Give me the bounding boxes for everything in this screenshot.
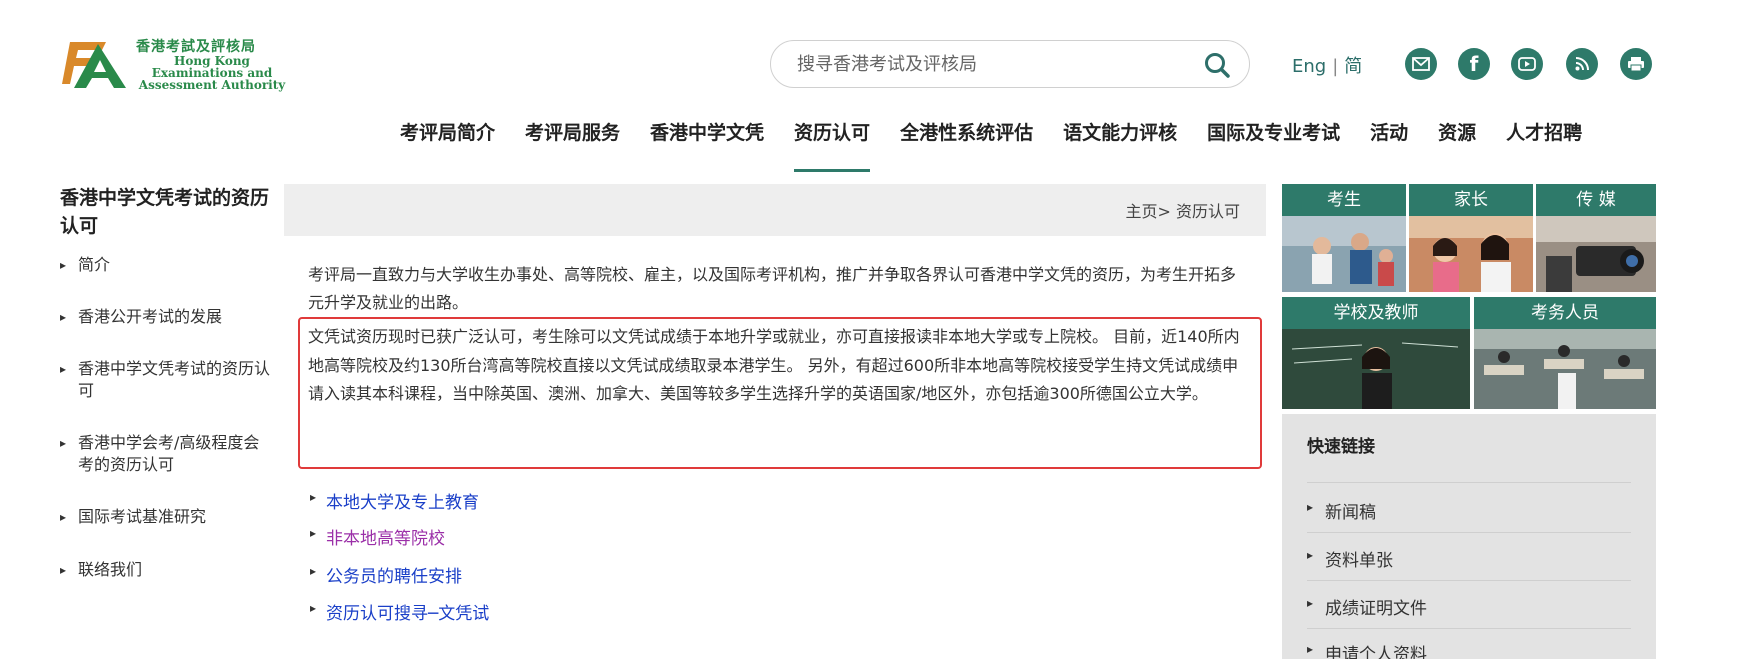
link-non-local-institutions[interactable]: 非本地高等院校 — [310, 524, 445, 549]
nav-item-careers[interactable]: 人才招聘 — [1506, 118, 1582, 158]
facebook-icon[interactable]: f — [1458, 48, 1490, 80]
nav-item-resources[interactable]: 资源 — [1438, 118, 1476, 158]
parents-photo — [1409, 216, 1533, 292]
link-local-universities[interactable]: 本地大学及专上教育 — [310, 488, 479, 513]
quick-links-panel: 快速链接 新闻稿 资料单张 成绩证明文件 申请个人资料 — [1282, 414, 1656, 659]
breadcrumb[interactable]: 主页> 资历认可 — [1126, 198, 1241, 222]
lang-separator: | — [1332, 56, 1339, 77]
logo-en-line: Assessment Authority — [138, 78, 286, 92]
quick-link-leaflets[interactable]: 资料单张 — [1307, 546, 1393, 571]
divider — [1307, 482, 1631, 483]
tile-candidates[interactable]: 考生 — [1282, 184, 1406, 292]
tile-label: 学校及教师 — [1282, 297, 1470, 329]
sidebar-item-intro[interactable]: 简介 — [60, 254, 270, 276]
tile-label: 家长 — [1409, 184, 1533, 216]
search-icon[interactable] — [1203, 51, 1231, 79]
sidebar-item-hkcee-hkale[interactable]: 香港中学会考/高级程度会考的资历认可 — [60, 432, 270, 476]
nav-item-intl-exams[interactable]: 国际及专业考试 — [1207, 118, 1340, 158]
sidebar-item-history[interactable]: 香港公开考试的发展 — [60, 306, 270, 328]
tile-label: 考生 — [1282, 184, 1406, 216]
exam-personnel-photo — [1474, 329, 1656, 409]
nav-item-tsa[interactable]: 全港性系统评估 — [900, 118, 1033, 158]
lang-english-link[interactable]: Eng — [1292, 56, 1326, 77]
nav-item-events[interactable]: 活动 — [1370, 118, 1408, 158]
media-photo — [1536, 216, 1656, 292]
sidebar-title: 香港中学文凭考试的资历认可 — [60, 187, 270, 237]
schools-teachers-photo — [1282, 329, 1470, 409]
tile-label: 考务人员 — [1474, 297, 1656, 329]
nav-item-hkdse[interactable]: 香港中学文凭 — [650, 118, 764, 158]
sidebar-item-contact[interactable]: 联络我们 — [60, 559, 270, 581]
language-switcher: Eng | 简 — [1292, 52, 1362, 78]
print-icon[interactable] — [1620, 48, 1652, 80]
tile-media[interactable]: 传 媒 — [1536, 184, 1656, 292]
hkeaa-logo[interactable]: 香港考試及評核局 Hong Kong Examinations and Asse… — [60, 34, 300, 94]
sidebar-item-hkdse-recognition[interactable]: 香港中学文凭考试的资历认可 — [60, 358, 270, 402]
logo-chinese-name: 香港考試及評核局 — [136, 39, 256, 55]
hkeaa-logo-mark — [62, 42, 126, 88]
link-civil-service[interactable]: 公务员的聘任安排 — [310, 562, 462, 587]
youtube-icon[interactable] — [1511, 48, 1543, 80]
logo-english-name: Hong Kong Examinations and Assessment Au… — [136, 55, 288, 91]
nav-item-recognition[interactable]: 资历认可 — [794, 118, 871, 172]
highlight-paragraph: 文凭试资历现时已获广泛认可，考生除可以文凭试成绩于本地升学或就业，亦可直接报读非… — [308, 327, 1240, 403]
mail-icon[interactable] — [1405, 48, 1437, 80]
site-search — [770, 40, 1250, 88]
tile-exam-personnel[interactable]: 考务人员 — [1474, 297, 1656, 409]
candidates-photo — [1282, 216, 1406, 292]
quick-link-press-releases[interactable]: 新闻稿 — [1307, 498, 1376, 523]
quick-link-personal-data[interactable]: 申请个人资料 — [1307, 640, 1427, 659]
link-recognition-search[interactable]: 资历认可搜寻─文凭试 — [310, 599, 489, 624]
tile-parents[interactable]: 家长 — [1409, 184, 1533, 292]
tile-schools-teachers[interactable]: 学校及教师 — [1282, 297, 1470, 409]
breadcrumb-bar: 主页> 资历认可 — [284, 184, 1266, 236]
main-navigation: 考评局简介 考评局服务 香港中学文凭 资历认可 全港性系统评估 语文能力评核 国… — [400, 118, 1582, 172]
divider — [1307, 580, 1631, 581]
nav-item-services[interactable]: 考评局服务 — [525, 118, 620, 158]
rss-icon[interactable] — [1566, 48, 1598, 80]
quick-link-result-certificates[interactable]: 成绩证明文件 — [1307, 594, 1427, 619]
nav-item-about[interactable]: 考评局简介 — [400, 118, 495, 158]
intro-paragraph: 考评局一直致力与大学收生办事处、高等院校、雇主，以及国际考评机构，推广并争取各界… — [308, 265, 1237, 312]
lang-simplified-link[interactable]: 简 — [1344, 56, 1362, 77]
quick-links-title: 快速链接 — [1307, 437, 1375, 457]
sidebar-item-benchmarking[interactable]: 国际考试基准研究 — [60, 506, 270, 528]
divider — [1307, 532, 1631, 533]
tile-label: 传 媒 — [1536, 184, 1656, 216]
nav-item-lpat[interactable]: 语文能力评核 — [1063, 118, 1177, 158]
search-input[interactable] — [797, 51, 1177, 77]
divider — [1307, 628, 1631, 629]
